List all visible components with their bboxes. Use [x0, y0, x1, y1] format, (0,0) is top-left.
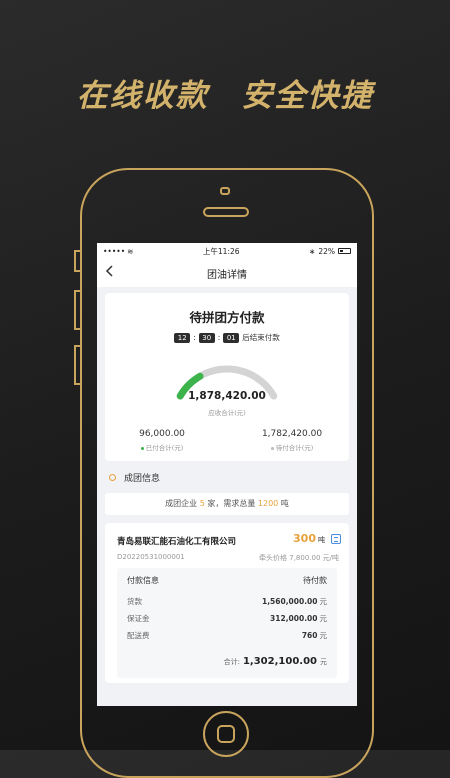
phone-screen: ••••• ≋ 上午11:26 ∗ 22% 团油详情 待拼团方付款 12 : 3… — [97, 243, 357, 706]
battery-icon — [337, 248, 351, 254]
tagline-left: 在线收款 — [76, 78, 209, 114]
summary-prefix: 成团企业 — [165, 499, 200, 508]
payment-status: 待付款 — [303, 576, 327, 585]
paid-value: 96,000.00 — [139, 429, 185, 439]
pending-stat: 1,782,420.00 待付合计(元) — [237, 429, 347, 452]
status-bar: ••••• ≋ 上午11:26 ∗ 22% — [97, 243, 357, 259]
summary-mid: 家，需求总量 — [204, 499, 258, 508]
status-time: 上午11:26 — [202, 246, 240, 256]
paid-dot-icon — [140, 446, 144, 450]
summary-suffix: 吨 — [278, 499, 289, 508]
lead-price: 牵头价格 7,800.00 元/吨 — [259, 554, 339, 562]
fee-value: 760 — [301, 631, 318, 640]
fee-unit: 元 — [319, 597, 328, 606]
fee-row-deposit: 保证金 312,000.00 元 — [117, 610, 337, 627]
fee-row-goods: 货款 1,560,000.00 元 — [117, 593, 337, 610]
countdown-sep-2: : — [217, 333, 221, 342]
countdown-minutes: 30 — [198, 332, 215, 343]
earpiece-speaker — [203, 207, 249, 217]
payment-card: 待拼团方付款 12 : 30 : 01 后结束付款 1,878,420.00 应… — [105, 293, 349, 461]
total-unit: 元 — [320, 658, 327, 666]
front-camera — [220, 187, 230, 195]
summary-total: 1200 — [257, 499, 279, 508]
fee-label: 配送费 — [127, 631, 150, 640]
fee-unit: 元 — [319, 614, 328, 623]
mute-switch — [74, 250, 82, 272]
signal-icon: ••••• — [103, 246, 126, 256]
total-label: 合计: — [223, 658, 240, 666]
pending-label: 待付合计(元) — [275, 444, 314, 452]
volume-down-button — [74, 345, 82, 385]
paid-stat: 96,000.00 已付合计(元) — [107, 429, 217, 452]
paid-label: 已付合计(元) — [145, 444, 184, 452]
tagline: 在线收款 安全快捷 — [0, 70, 450, 114]
group-summary: 成团企业 5 家，需求总量 1200 吨 — [105, 493, 349, 515]
page-title: 团油详情 — [207, 269, 247, 281]
fee-row-delivery: 配送费 760 元 — [117, 627, 337, 644]
countdown: 12 : 30 : 01 后结束付款 — [105, 332, 349, 343]
chevron-left-icon — [105, 265, 113, 277]
fee-unit: 元 — [319, 631, 328, 640]
fee-value: 312,000.00 — [270, 614, 318, 623]
volume-up-button — [74, 290, 82, 330]
pending-dot-icon — [270, 446, 274, 450]
ring-icon — [109, 473, 116, 481]
total-receivable-amount: 1,878,420.00 — [188, 390, 266, 402]
wifi-icon: ≋ — [127, 246, 134, 256]
total-row: 合计: 1,302,100.00 元 — [117, 644, 337, 667]
order-id: D20220531000001 — [117, 553, 185, 561]
company-card[interactable]: 青岛易联汇能石油化工有限公司 300 吨 D20220531000001 牵头价格… — [105, 523, 349, 683]
battery-percent: 22% — [318, 246, 335, 256]
quantity-value: 300 — [293, 532, 316, 545]
nav-bar: 团油详情 — [97, 259, 357, 287]
group-section-title: 成团信息 — [124, 473, 161, 484]
company-name: 青岛易联汇能石油化工有限公司 — [117, 537, 237, 547]
quantity-unit: 吨 — [318, 536, 325, 544]
home-button — [203, 711, 249, 757]
payment-info-box: 付款信息 待付款 货款 1,560,000.00 元 保证金 312,000.00… — [117, 568, 337, 678]
payment-info-label: 付款信息 — [127, 576, 159, 585]
bluetooth-icon: ∗ — [309, 246, 316, 256]
total-receivable-label: 应收合计(元) — [208, 409, 246, 417]
countdown-suffix: 后结束付款 — [242, 333, 280, 342]
fee-label: 保证金 — [127, 614, 150, 623]
countdown-sep-1: : — [193, 333, 196, 342]
fee-value: 1,560,000.00 — [261, 597, 318, 606]
pending-value: 1,782,420.00 — [261, 429, 323, 439]
document-icon[interactable] — [331, 534, 341, 544]
fee-label: 货款 — [127, 597, 142, 606]
countdown-hours: 12 — [174, 332, 191, 343]
group-section-header: 成团信息 — [97, 461, 357, 493]
total-value: 1,302,100.00 — [242, 656, 317, 667]
back-button[interactable] — [105, 265, 113, 280]
company-quantity: 300 吨 — [293, 532, 325, 545]
payment-status-title: 待拼团方付款 — [189, 310, 265, 325]
tagline-right: 安全快捷 — [241, 78, 374, 114]
countdown-seconds: 01 — [223, 332, 240, 343]
